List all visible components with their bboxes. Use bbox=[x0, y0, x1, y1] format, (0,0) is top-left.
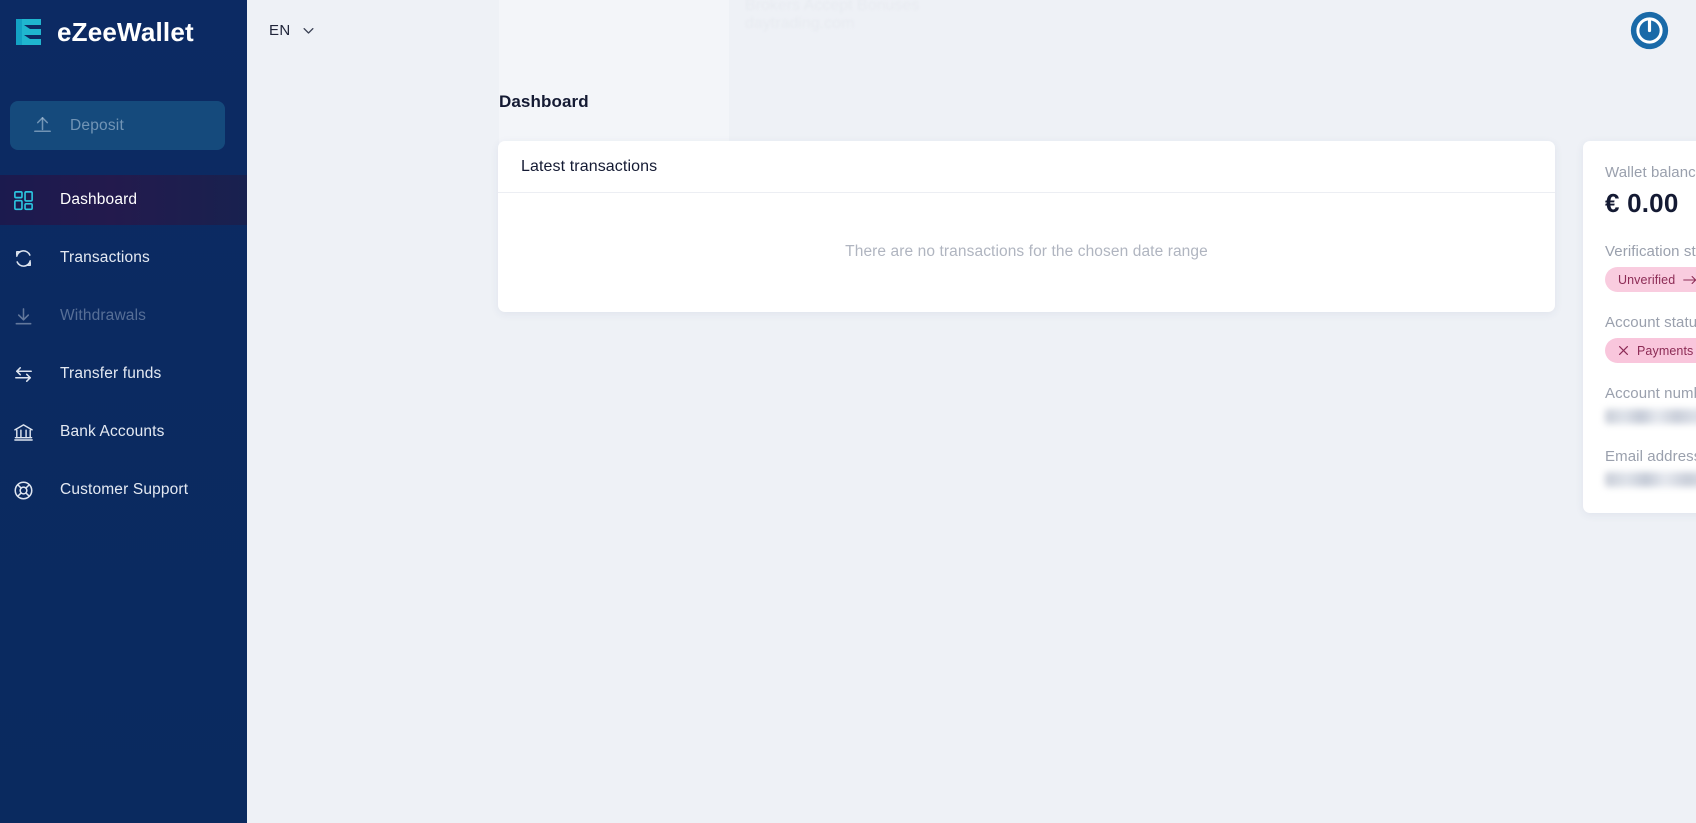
brand-name: eZeeWallet bbox=[57, 17, 194, 47]
app-root: eZeeWallet Deposit Dashboard Transaction… bbox=[0, 0, 1696, 823]
sidebar: eZeeWallet Deposit Dashboard Transaction… bbox=[0, 0, 247, 823]
download-arrow-icon bbox=[12, 305, 35, 328]
x-close-icon bbox=[1618, 345, 1629, 356]
email-address-value bbox=[1605, 472, 1696, 487]
sidebar-item-label: Dashboard bbox=[60, 191, 138, 208]
arrow-right-icon bbox=[1683, 274, 1696, 286]
deposit-button-label: Deposit bbox=[70, 116, 124, 134]
wallet-balance-value: € 0.00 bbox=[1605, 188, 1679, 218]
account-number-label: Account number bbox=[1605, 385, 1696, 402]
latest-transactions-header: Latest transactions bbox=[498, 141, 1555, 193]
sidebar-item-dashboard[interactable]: Dashboard bbox=[0, 175, 247, 225]
account-status-label: Account status bbox=[1605, 314, 1696, 331]
latest-transactions-card: Latest transactions There are no transac… bbox=[498, 141, 1555, 312]
account-status-badge-text: Payments suspended bbox=[1637, 343, 1696, 358]
account-status-badge: Payments suspended bbox=[1605, 338, 1696, 363]
sidebar-item-customer-support[interactable]: Customer Support bbox=[0, 465, 247, 515]
chevron-down-icon bbox=[301, 23, 316, 38]
language-selector[interactable]: EN bbox=[269, 22, 316, 39]
verification-status-label: Verification status bbox=[1605, 243, 1696, 260]
sidebar-item-bank-accounts[interactable]: Bank Accounts bbox=[0, 407, 247, 457]
account-summary-panel: Wallet balance € 0.00 Verification statu… bbox=[1583, 141, 1696, 513]
sidebar-item-label: Transactions bbox=[60, 249, 150, 266]
sidebar-item-transfer-funds[interactable]: Transfer funds bbox=[0, 349, 247, 399]
language-selector-value: EN bbox=[269, 22, 291, 39]
sidebar-item-label: Customer Support bbox=[60, 481, 189, 498]
verification-status-badge[interactable]: Unverified bbox=[1605, 267, 1696, 292]
sidebar-item-withdrawals: Withdrawals bbox=[0, 291, 247, 341]
ezeewallet-e-logo-icon bbox=[11, 15, 46, 49]
deposit-button[interactable]: Deposit bbox=[10, 101, 225, 150]
grid-dashboard-icon bbox=[12, 189, 35, 212]
upload-arrow-icon bbox=[31, 114, 54, 137]
wallet-balance-label: Wallet balance bbox=[1605, 164, 1696, 181]
logout-button[interactable] bbox=[1629, 10, 1670, 51]
power-icon bbox=[1630, 11, 1669, 50]
email-address-label: Email address bbox=[1605, 448, 1696, 465]
sidebar-item-label: Transfer funds bbox=[60, 365, 162, 382]
sidebar-item-transactions[interactable]: Transactions bbox=[0, 233, 247, 283]
refresh-cycle-icon bbox=[12, 247, 35, 270]
sidebar-item-label: Bank Accounts bbox=[60, 423, 165, 440]
sidebar-item-label: Withdrawals bbox=[60, 307, 147, 324]
bank-building-icon bbox=[12, 421, 35, 444]
latest-transactions-title: Latest transactions bbox=[521, 157, 658, 175]
transactions-empty-message: There are no transactions for the chosen… bbox=[845, 243, 1208, 260]
transfer-arrows-icon bbox=[12, 363, 35, 386]
topbar: EN bbox=[247, 0, 1696, 61]
sidebar-nav: Dashboard Transactions Withdrawals Trans… bbox=[0, 175, 247, 515]
lifebuoy-icon bbox=[12, 479, 35, 502]
verification-status-badge-text: Unverified bbox=[1618, 272, 1676, 287]
page-title: Dashboard bbox=[499, 92, 589, 111]
account-number-value bbox=[1605, 409, 1696, 424]
brand-logo[interactable]: eZeeWallet bbox=[0, 0, 247, 64]
main-content: Brokers Accept Bonuses daytrading.com EN bbox=[247, 0, 1696, 823]
